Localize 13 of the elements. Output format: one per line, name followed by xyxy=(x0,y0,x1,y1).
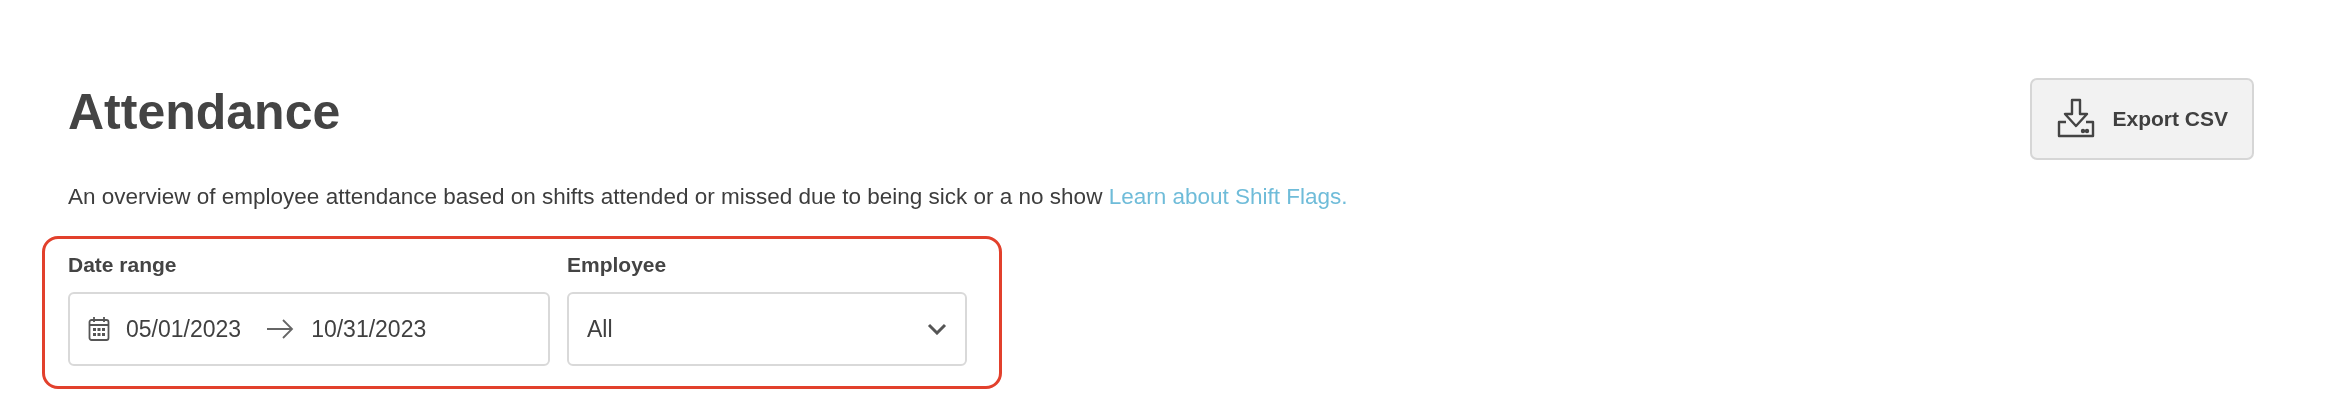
date-range-field[interactable]: 05/01/2023 10/31/2023 xyxy=(68,292,550,367)
calendar-icon xyxy=(88,316,110,343)
start-date: 05/01/2023 xyxy=(126,315,242,344)
arrow-icon xyxy=(265,318,296,341)
download-icon xyxy=(2056,98,2097,140)
employee-select[interactable]: All xyxy=(567,292,967,367)
end-date: 10/31/2023 xyxy=(311,315,427,344)
description-text: An overview of employee attendance based on shifts attended or missed due to being sick or a no show Learn about Shift Flags. xyxy=(68,183,1349,211)
page-title: Attendance xyxy=(68,83,341,142)
chevron-down-icon xyxy=(927,323,947,336)
field-label: Date range xyxy=(68,251,178,278)
field-label: Employee xyxy=(567,251,668,278)
export-csv-button[interactable]: Export CSV xyxy=(2030,78,2254,160)
